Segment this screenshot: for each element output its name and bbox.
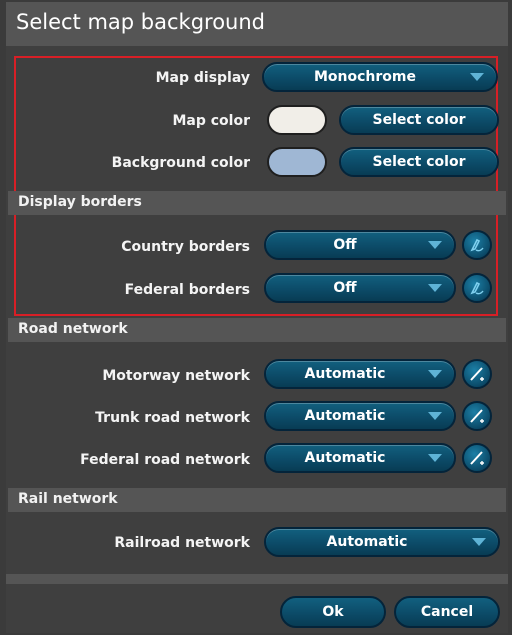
cancel-button[interactable]: Cancel xyxy=(394,596,500,628)
chevron-down-icon xyxy=(472,538,486,546)
background-color-select-label: Select color xyxy=(372,154,466,170)
motorway-network-value: Automatic xyxy=(304,366,386,382)
section-title: Road network xyxy=(18,321,128,337)
map-color-select-button[interactable]: Select color xyxy=(339,105,499,135)
motorway-network-edit-button[interactable] xyxy=(462,359,492,389)
trunk-road-network-row: Trunk road network Automatic xyxy=(6,400,508,440)
federal-road-network-value: Automatic xyxy=(304,450,386,466)
background-color-select-button[interactable]: Select color xyxy=(339,147,499,177)
federal-borders-edit-button[interactable] xyxy=(462,273,492,303)
background-color-swatch[interactable] xyxy=(267,147,327,177)
trunk-road-network-value: Automatic xyxy=(304,408,386,424)
federal-borders-value: Off xyxy=(333,280,357,296)
pen-slash-icon xyxy=(470,451,484,465)
country-borders-edit-button[interactable] xyxy=(462,230,492,260)
chevron-down-icon xyxy=(428,284,442,292)
section-rail-network: Rail network xyxy=(8,488,506,512)
dialog: Select map background Map display Monoch… xyxy=(6,2,508,633)
map-color-swatch[interactable] xyxy=(267,105,327,135)
pen-slash-icon xyxy=(470,367,484,381)
country-borders-row: Country borders Off xyxy=(6,229,508,269)
federal-borders-label: Federal borders xyxy=(124,282,250,298)
railroad-network-row: Railroad network Automatic xyxy=(6,525,508,565)
chevron-down-icon xyxy=(428,370,442,378)
background-color-label: Background color xyxy=(111,155,250,171)
background-color-row: Background color Select color xyxy=(6,145,508,185)
map-color-row: Map color Select color xyxy=(6,103,508,143)
chevron-down-icon xyxy=(470,73,484,81)
railroad-network-dropdown[interactable]: Automatic xyxy=(264,527,500,557)
federal-borders-dropdown[interactable]: Off xyxy=(264,273,456,303)
map-color-select-label: Select color xyxy=(372,112,466,128)
section-title: Display borders xyxy=(18,194,142,210)
chevron-down-icon xyxy=(428,412,442,420)
map-display-dropdown[interactable]: Monochrome xyxy=(262,62,498,92)
pen-slash-icon xyxy=(470,409,484,423)
federal-road-network-edit-button[interactable] xyxy=(462,443,492,473)
map-color-label: Map color xyxy=(172,113,250,129)
country-borders-label: Country borders xyxy=(121,239,250,255)
title-bar: Select map background xyxy=(6,2,508,46)
section-title: Rail network xyxy=(18,491,118,507)
pen-stroke-icon xyxy=(470,238,484,252)
section-display-borders: Display borders xyxy=(8,191,506,215)
trunk-road-network-label: Trunk road network xyxy=(95,410,250,426)
country-borders-dropdown[interactable]: Off xyxy=(264,230,456,260)
chevron-down-icon xyxy=(428,241,442,249)
railroad-network-label: Railroad network xyxy=(114,535,250,551)
federal-road-network-dropdown[interactable]: Automatic xyxy=(264,443,456,473)
motorway-network-dropdown[interactable]: Automatic xyxy=(264,359,456,389)
trunk-road-network-dropdown[interactable]: Automatic xyxy=(264,401,456,431)
trunk-road-network-edit-button[interactable] xyxy=(462,401,492,431)
map-display-label: Map display xyxy=(155,70,250,86)
dialog-title: Select map background xyxy=(16,10,265,34)
motorway-network-label: Motorway network xyxy=(102,368,250,384)
chevron-down-icon xyxy=(428,454,442,462)
country-borders-value: Off xyxy=(333,237,357,253)
ok-button[interactable]: Ok xyxy=(280,596,386,628)
footer-divider xyxy=(6,574,508,584)
section-road-network: Road network xyxy=(8,318,506,342)
motorway-network-row: Motorway network Automatic xyxy=(6,358,508,398)
railroad-network-value: Automatic xyxy=(326,534,408,550)
federal-borders-row: Federal borders Off xyxy=(6,272,508,312)
pen-stroke-icon xyxy=(470,281,484,295)
map-display-row: Map display Monochrome xyxy=(6,60,508,100)
map-display-value: Monochrome xyxy=(313,69,416,85)
federal-road-network-row: Federal road network Automatic xyxy=(6,442,508,482)
federal-road-network-label: Federal road network xyxy=(80,452,250,468)
